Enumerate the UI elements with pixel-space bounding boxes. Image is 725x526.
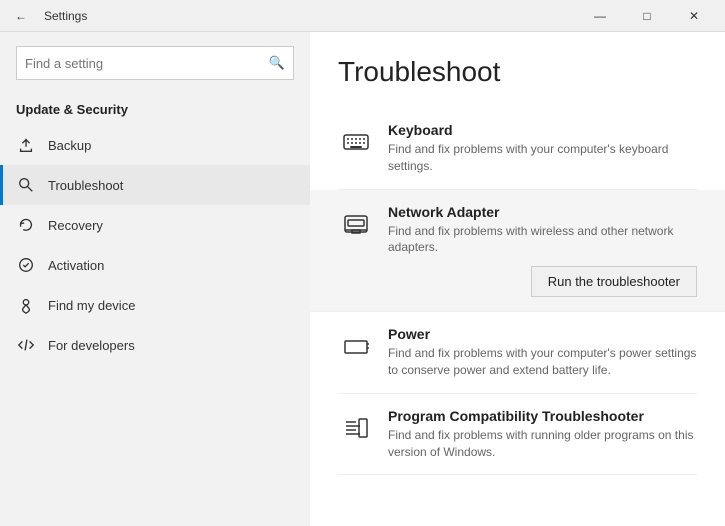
compat-name: Program Compatibility Troubleshooter [388,408,697,424]
developers-label: For developers [48,338,135,353]
minimize-button[interactable]: — [577,0,623,32]
page-title: Troubleshoot [338,56,697,88]
back-button[interactable]: ← [8,3,34,29]
network-desc: Find and fix problems with wireless and … [388,223,697,257]
run-troubleshooter-button[interactable]: Run the troubleshooter [531,266,697,297]
power-text: Power Find and fix problems with your co… [388,326,697,379]
developers-icon [16,335,36,355]
network-adapter-item: Network Adapter Find and fix problems wi… [310,190,725,313]
keyboard-desc: Find and fix problems with your computer… [388,141,697,175]
title-bar-controls: — □ ✕ [577,0,717,32]
search-input[interactable] [25,56,269,71]
power-icon-box [338,328,374,364]
keyboard-name: Keyboard [388,122,697,138]
power-name: Power [388,326,697,342]
sidebar-item-find-my-device[interactable]: Find my device [0,285,310,325]
title-bar: ← Settings — □ ✕ [0,0,725,32]
sidebar-item-recovery[interactable]: Recovery [0,205,310,245]
program-compat-item: Program Compatibility Troubleshooter Fin… [338,394,697,476]
find-device-icon [16,295,36,315]
maximize-button[interactable]: □ [624,0,670,32]
recovery-label: Recovery [48,218,103,233]
troubleshoot-label: Troubleshoot [48,178,123,193]
network-text: Network Adapter Find and fix problems wi… [388,204,697,298]
content-panel: Troubleshoot [310,32,725,526]
main-container: 🔍 Update & Security Backup Troubles [0,32,725,526]
sidebar-header: 🔍 [0,32,310,102]
section-title: Update & Security [0,102,310,125]
sidebar-item-backup[interactable]: Backup [0,125,310,165]
close-button[interactable]: ✕ [671,0,717,32]
backup-label: Backup [48,138,91,153]
search-box[interactable]: 🔍 [16,46,294,80]
compat-text: Program Compatibility Troubleshooter Fin… [388,408,697,461]
activation-icon [16,255,36,275]
compat-icon-box [338,410,374,446]
power-item: Power Find and fix problems with your co… [338,312,697,394]
troubleshoot-icon [16,175,36,195]
keyboard-item: Keyboard Find and fix problems with your… [338,108,697,190]
title-bar-nav: ← [8,3,34,29]
activation-label: Activation [48,258,104,273]
keyboard-text: Keyboard Find and fix problems with your… [388,122,697,175]
title-bar-title: Settings [44,9,87,23]
find-device-label: Find my device [48,298,135,313]
keyboard-icon-box [338,124,374,160]
search-icon: 🔍 [269,55,285,71]
backup-icon [16,135,36,155]
run-btn-container: Run the troubleshooter [388,266,697,297]
network-icon-box [338,206,374,242]
network-name: Network Adapter [388,204,697,220]
sidebar-item-activation[interactable]: Activation [0,245,310,285]
sidebar: 🔍 Update & Security Backup Troubles [0,32,310,526]
sidebar-item-troubleshoot[interactable]: Troubleshoot [0,165,310,205]
title-bar-left: ← Settings [8,3,87,29]
recovery-icon [16,215,36,235]
compat-desc: Find and fix problems with running older… [388,427,697,461]
power-desc: Find and fix problems with your computer… [388,345,697,379]
sidebar-item-for-developers[interactable]: For developers [0,325,310,365]
